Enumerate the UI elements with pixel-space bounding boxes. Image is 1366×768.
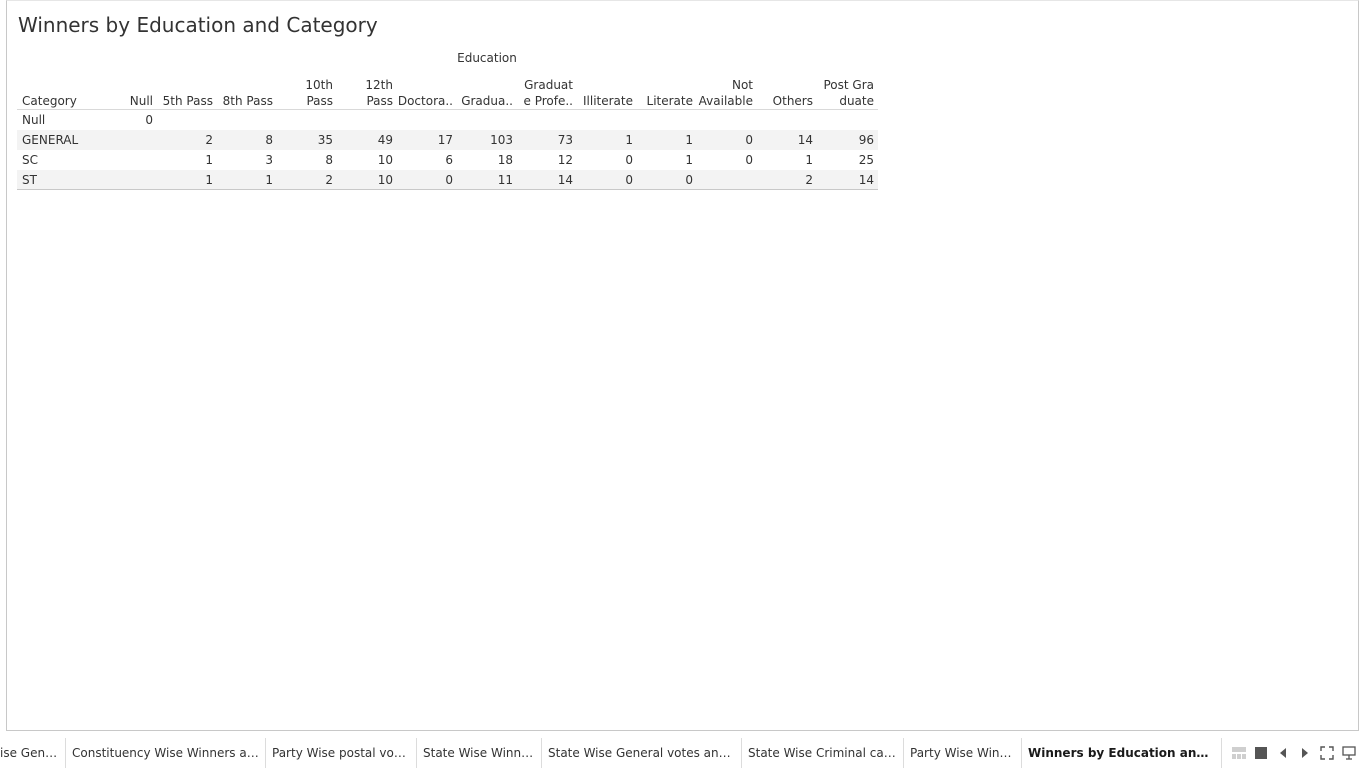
table-cell[interactable]: 17 xyxy=(397,130,457,150)
table-cell[interactable] xyxy=(119,130,157,150)
table-cell[interactable] xyxy=(697,110,757,130)
sheet-tab[interactable]: State Wise Winners xyxy=(417,738,542,768)
table-cell[interactable]: 2 xyxy=(277,170,337,190)
table-cell[interactable] xyxy=(119,170,157,190)
table-cell[interactable] xyxy=(157,110,217,130)
table-cell[interactable]: 1 xyxy=(757,150,817,170)
table-cell[interactable]: 14 xyxy=(517,170,577,190)
grid-view-icon[interactable] xyxy=(1232,746,1246,760)
sheet-tab[interactable]: Party Wise Winner xyxy=(904,738,1022,768)
table-cell[interactable]: 1 xyxy=(157,150,217,170)
col-header-10th-pass[interactable]: 10th Pass xyxy=(277,75,337,109)
table-cell[interactable] xyxy=(337,110,397,130)
table-cell[interactable]: 8 xyxy=(217,130,277,150)
fullscreen-icon[interactable] xyxy=(1320,746,1334,760)
col-header-5th-pass[interactable]: 5th Pass xyxy=(157,75,217,109)
table-cell[interactable] xyxy=(697,170,757,190)
table-cell[interactable] xyxy=(577,110,637,130)
table-cell[interactable]: 1 xyxy=(637,130,697,150)
table-cell[interactable]: 2 xyxy=(757,170,817,190)
col-header-doctorate[interactable]: Doctora.. xyxy=(397,75,457,109)
col-header-graduate-professional[interactable]: Graduat e Profe.. xyxy=(517,75,577,109)
table-cell[interactable]: 8 xyxy=(277,150,337,170)
table-body: Null 0 GENERAL 2 8 35 49 17 103 73 1 1 0… xyxy=(17,110,878,190)
present-icon[interactable] xyxy=(1342,746,1356,760)
table-cell[interactable]: 12 xyxy=(517,150,577,170)
table-bottom-border xyxy=(17,189,878,190)
col-header-others[interactable]: Others xyxy=(757,75,817,109)
tab-controls xyxy=(1232,738,1366,768)
worksheet-frame: Winners by Education and Category Educat… xyxy=(6,0,1359,731)
table-cell[interactable]: 10 xyxy=(337,150,397,170)
table-cell[interactable]: 6 xyxy=(397,150,457,170)
sheet-tab-active[interactable]: Winners by Education and Cat... xyxy=(1022,738,1222,768)
table-row[interactable]: SC 1 3 8 10 6 18 12 0 1 0 1 25 xyxy=(17,150,878,170)
table-cell[interactable]: 3 xyxy=(217,150,277,170)
table-cell[interactable]: 14 xyxy=(817,170,878,190)
table-cell[interactable]: 1 xyxy=(217,170,277,190)
row-category-label: SC xyxy=(22,153,38,167)
col-header-null[interactable]: Null xyxy=(119,75,157,109)
table-row[interactable]: GENERAL 2 8 35 49 17 103 73 1 1 0 14 96 xyxy=(17,130,878,150)
table-cell[interactable]: 96 xyxy=(817,130,878,150)
row-category-label: Null xyxy=(22,113,46,127)
table-cell[interactable] xyxy=(457,110,517,130)
table-cell[interactable] xyxy=(217,110,277,130)
table-cell[interactable]: 11 xyxy=(457,170,517,190)
table-cell[interactable]: 0 xyxy=(397,170,457,190)
sheet-tab[interactable]: State Wise Criminal cases xyxy=(742,738,904,768)
row-category-label: GENERAL xyxy=(22,133,79,147)
table-cell[interactable]: 25 xyxy=(817,150,878,170)
table-cell[interactable]: 18 xyxy=(457,150,517,170)
table-cell[interactable]: 1 xyxy=(157,170,217,190)
col-header-literate[interactable]: Literate xyxy=(637,75,697,109)
sheet-title: Winners by Education and Category xyxy=(18,13,378,37)
col-header-not-available[interactable]: Not Available xyxy=(697,75,757,109)
table-cell[interactable]: 0 xyxy=(637,170,697,190)
column-group-label: Education xyxy=(457,51,517,65)
col-header-12th-pass[interactable]: 12th Pass xyxy=(337,75,397,109)
sheet-tab[interactable]: Party Wise postal votes xyxy=(266,738,417,768)
prev-sheet-icon[interactable] xyxy=(1276,746,1290,760)
table-cell[interactable] xyxy=(397,110,457,130)
col-header-graduate[interactable]: Gradua.. xyxy=(457,75,517,109)
next-sheet-icon[interactable] xyxy=(1298,746,1312,760)
table-cell[interactable] xyxy=(277,110,337,130)
table-cell[interactable] xyxy=(517,110,577,130)
row-header-category[interactable]: Category xyxy=(17,75,119,109)
table-cell[interactable] xyxy=(757,110,817,130)
table-cell[interactable]: 49 xyxy=(337,130,397,150)
table-cell[interactable] xyxy=(119,150,157,170)
table-cell[interactable]: 103 xyxy=(457,130,517,150)
table-cell[interactable]: 10 xyxy=(337,170,397,190)
table-cell[interactable]: 0 xyxy=(119,110,157,130)
sheet-tab[interactable]: ise Gene... xyxy=(0,738,66,768)
sheet-tab-bar: ise Gene... Constituency Wise Winners an… xyxy=(0,738,1366,768)
table-cell[interactable]: 0 xyxy=(577,170,637,190)
filmstrip-view-icon[interactable] xyxy=(1254,746,1268,760)
table-row[interactable]: Null 0 xyxy=(17,110,878,130)
table-cell[interactable]: 1 xyxy=(577,130,637,150)
col-header-post-graduate[interactable]: Post Gra duate xyxy=(817,75,878,109)
sheet-tab[interactable]: State Wise General votes and P... xyxy=(542,738,742,768)
sheet-tab[interactable]: Constituency Wise Winners and ... xyxy=(66,738,266,768)
table-cell[interactable]: 0 xyxy=(577,150,637,170)
table-cell[interactable] xyxy=(817,110,878,130)
table-cell[interactable]: 73 xyxy=(517,130,577,150)
table-cell[interactable]: 1 xyxy=(637,150,697,170)
table-cell[interactable]: 2 xyxy=(157,130,217,150)
row-category-label: ST xyxy=(22,173,37,187)
table-cell[interactable]: 0 xyxy=(697,150,757,170)
table-cell[interactable] xyxy=(637,110,697,130)
table-cell[interactable]: 14 xyxy=(757,130,817,150)
table-row[interactable]: ST 1 1 2 10 0 11 14 0 0 2 14 xyxy=(17,170,878,190)
table-cell[interactable]: 35 xyxy=(277,130,337,150)
col-header-8th-pass[interactable]: 8th Pass xyxy=(217,75,277,109)
col-header-illiterate[interactable]: Illiterate xyxy=(577,75,637,109)
table-cell[interactable]: 0 xyxy=(697,130,757,150)
